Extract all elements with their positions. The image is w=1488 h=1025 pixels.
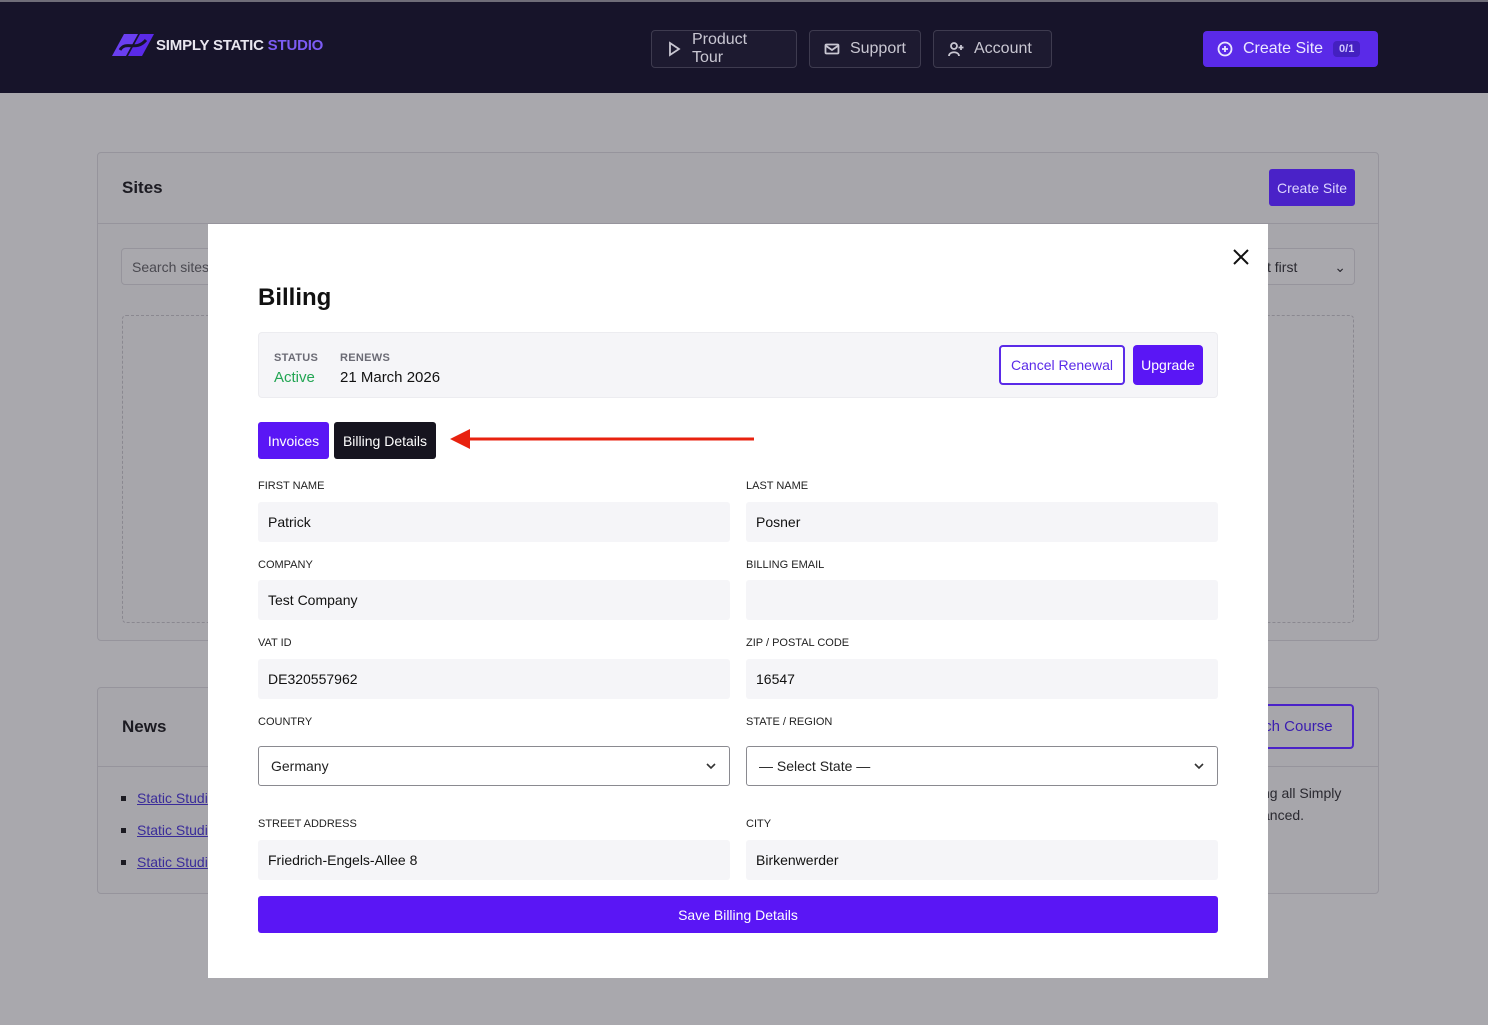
support-label: Support xyxy=(849,40,906,57)
chevron-down-icon xyxy=(706,763,716,770)
renews-value: 21 March 2026 xyxy=(340,369,441,386)
first-name-label: FIRST NAME xyxy=(258,480,325,492)
site-count-badge: 0/1 xyxy=(1333,41,1361,57)
vat-id-label: VAT ID xyxy=(258,637,292,649)
street-address-label: STREET ADDRESS xyxy=(258,818,357,830)
billing-email-label: BILLING EMAIL xyxy=(746,559,825,571)
product-tour-label: Product Tour xyxy=(691,31,748,66)
renews-label: RENEWS xyxy=(340,352,391,364)
news-link[interactable]: Static Studi xyxy=(121,822,208,838)
tab-billing-details[interactable]: Billing Details xyxy=(334,422,436,459)
billing-email-field[interactable] xyxy=(746,580,1218,620)
status-value: Active xyxy=(274,369,315,386)
tab-invoices[interactable]: Invoices xyxy=(258,422,329,459)
sites-card-header: Sites Create Site xyxy=(98,153,1378,224)
vat-id-field[interactable] xyxy=(258,659,730,699)
sites-title: Sites xyxy=(122,178,163,197)
zip-label: ZIP / POSTAL CODE xyxy=(746,637,850,649)
news-link[interactable]: Static Studi xyxy=(121,790,208,806)
country-select[interactable]: Germany xyxy=(258,746,730,786)
billing-modal: Billing STATUS Active RENEWS 21 March 20… xyxy=(208,224,1268,978)
create-site-label: Create Site xyxy=(1243,40,1324,57)
close-button[interactable] xyxy=(1230,246,1252,268)
street-address-field[interactable] xyxy=(258,840,730,880)
state-label: STATE / REGION xyxy=(746,716,833,728)
company-field[interactable] xyxy=(258,580,730,620)
upgrade-button[interactable]: Upgrade xyxy=(1133,345,1203,385)
logo-text: SIMPLY STATIC STUDIO xyxy=(156,37,323,54)
chevron-down-icon: ⌄ xyxy=(1334,259,1346,275)
chevron-down-icon xyxy=(1194,763,1204,770)
mail-icon xyxy=(824,43,840,55)
company-label: COMPANY xyxy=(258,559,313,571)
save-billing-details-button[interactable]: Save Billing Details xyxy=(258,896,1218,933)
account-label: Account xyxy=(974,40,1032,57)
account-button[interactable]: Account xyxy=(933,30,1052,68)
logo-text-accent: STUDIO xyxy=(267,36,324,54)
close-icon xyxy=(1233,249,1249,265)
simply-static-logo-icon xyxy=(112,34,154,56)
sort-select-value: t first xyxy=(1267,259,1298,275)
country-label: COUNTRY xyxy=(258,716,313,728)
top-navigation-bar: SIMPLY STATIC STUDIO Product Tour Suppor… xyxy=(0,0,1488,93)
city-label: CITY xyxy=(746,818,772,830)
first-name-field[interactable] xyxy=(258,502,730,542)
zip-field[interactable] xyxy=(746,659,1218,699)
annotation-arrow-icon xyxy=(450,429,754,449)
logo[interactable]: SIMPLY STATIC STUDIO xyxy=(108,30,323,60)
modal-title: Billing xyxy=(258,284,332,311)
plus-circle-icon xyxy=(1217,41,1233,57)
news-title: News xyxy=(122,717,167,736)
state-select[interactable]: — Select State — xyxy=(746,746,1218,786)
news-link[interactable]: Static Studi xyxy=(121,854,208,870)
create-site-button[interactable]: Create Site xyxy=(1269,169,1355,206)
news-description-line: anced. xyxy=(1262,807,1305,823)
cancel-renewal-button[interactable]: Cancel Renewal xyxy=(999,345,1125,385)
logo-text-main: SIMPLY STATIC xyxy=(156,36,264,54)
status-label: STATUS xyxy=(274,352,319,364)
last-name-field[interactable] xyxy=(746,502,1218,542)
state-select-value: — Select State — xyxy=(759,758,871,774)
support-button[interactable]: Support xyxy=(809,30,921,68)
last-name-label: LAST NAME xyxy=(746,480,809,492)
subscription-status-panel: STATUS Active RENEWS 21 March 2026 Cance… xyxy=(258,332,1218,398)
country-select-value: Germany xyxy=(271,758,329,774)
news-description-line: ng all Simply xyxy=(1262,785,1342,801)
city-field[interactable] xyxy=(746,840,1218,880)
create-site-header-button[interactable]: Create Site 0/1 xyxy=(1203,31,1378,67)
play-icon xyxy=(669,41,681,57)
user-plus-icon xyxy=(948,42,964,57)
product-tour-button[interactable]: Product Tour xyxy=(651,30,797,68)
